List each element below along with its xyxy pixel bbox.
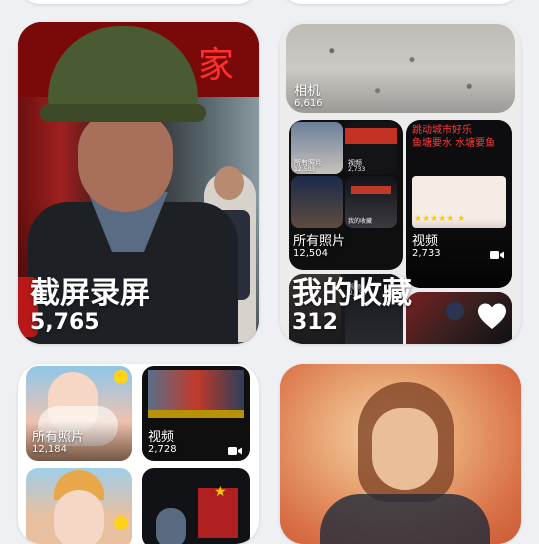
preview-image: ★ [142, 468, 250, 544]
preview-video: 视频 2,728 [142, 366, 250, 461]
cover-face [78, 112, 173, 212]
preview-count: 2,733 [412, 248, 441, 259]
video-cover-headline: 跳动城市好乐 鱼塘要水 水塘要鱼 [412, 125, 496, 149]
preview-label: 视频 [412, 234, 439, 249]
preview-count: 2,733 [348, 166, 366, 173]
cover-helmet-brim [40, 104, 206, 122]
album-card-favorites[interactable]: 相机 6,616 所有照片 12,503 视频 2,733 我的收藏 所有照片 … [280, 22, 521, 344]
preview-all-photos: 所有照片 12,184 [26, 366, 132, 461]
preview-video-album: 跳动城市好乐 鱼塘要水 水塘要鱼 ★★★★★ ★ 视频 2,733 [406, 120, 512, 288]
album-count: 5,765 [30, 310, 100, 335]
album-card-partial-top-left[interactable] [18, 0, 259, 4]
video-camera-icon [228, 447, 242, 455]
heart-icon [478, 303, 506, 329]
album-title: 我的收藏 [292, 276, 412, 311]
badge-icon [114, 370, 128, 384]
badge-icon [114, 516, 128, 530]
cover-face [372, 408, 438, 490]
album-card-screenshots[interactable]: 家 截屏录屏 5,765 [18, 22, 259, 344]
preview-label: 所有照片 [293, 234, 346, 249]
album-title: 截屏录屏 [30, 276, 150, 311]
preview-image [26, 468, 132, 544]
preview-count: 12,184 [32, 444, 67, 455]
video-camera-icon [490, 251, 504, 259]
preview-camera-album: 相机 6,616 [286, 24, 515, 113]
preview-label: 我的收藏 [348, 218, 373, 225]
album-card-multi[interactable]: 所有照片 12,184 视频 2,728 ★ [18, 364, 259, 544]
preview-label: 视频 [148, 430, 175, 445]
cover-collar [320, 494, 490, 544]
preview-count: 6,616 [294, 98, 323, 109]
album-card-portrait[interactable] [280, 364, 521, 544]
preview-count: 12,503 [294, 166, 315, 173]
preview-multi-grid: 所有照片 12,503 视频 2,733 我的收藏 所有照片 12,504 [289, 120, 403, 270]
album-card-partial-top-right[interactable] [280, 0, 521, 4]
preview-label: 相机 [294, 84, 321, 99]
preview-label: 所有照片 [32, 430, 85, 445]
album-count: 312 [292, 310, 338, 335]
preview-count: 2,728 [148, 444, 177, 455]
preview-count: 12,504 [293, 248, 328, 259]
